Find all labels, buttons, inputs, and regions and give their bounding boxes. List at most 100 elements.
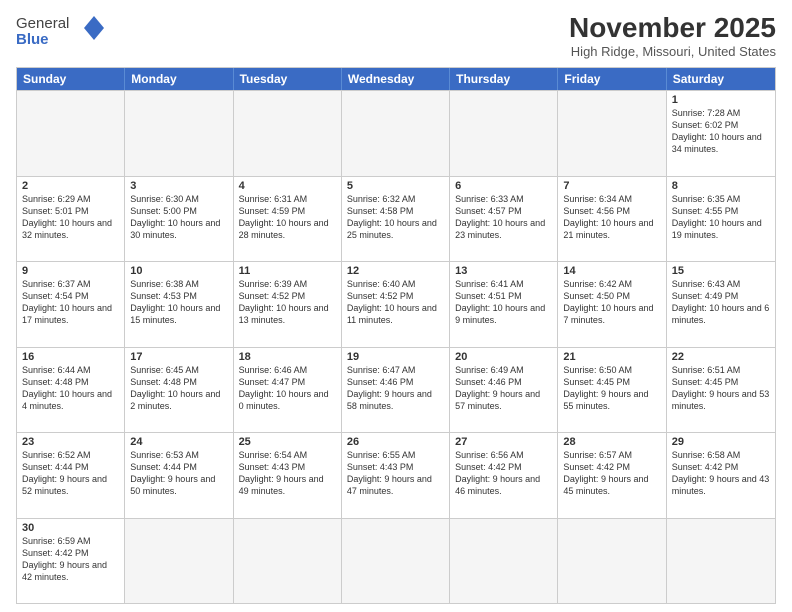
calendar-cell [342, 519, 450, 604]
day-number: 7 [563, 180, 660, 192]
calendar-cell: 13Sunrise: 6:41 AM Sunset: 4:51 PM Dayli… [450, 262, 558, 347]
day-info: Sunrise: 6:40 AM Sunset: 4:52 PM Dayligh… [347, 278, 444, 327]
calendar-cell: 29Sunrise: 6:58 AM Sunset: 4:42 PM Dayli… [667, 433, 775, 518]
day-number: 19 [347, 351, 444, 363]
calendar-row-5: 30Sunrise: 6:59 AM Sunset: 4:42 PM Dayli… [17, 518, 775, 604]
col-tuesday: Tuesday [234, 68, 342, 90]
calendar-cell: 1Sunrise: 7:28 AM Sunset: 6:02 PM Daylig… [667, 91, 775, 176]
day-number: 10 [130, 265, 227, 277]
day-number: 12 [347, 265, 444, 277]
day-info: Sunrise: 6:46 AM Sunset: 4:47 PM Dayligh… [239, 364, 336, 413]
col-saturday: Saturday [667, 68, 775, 90]
calendar-cell: 22Sunrise: 6:51 AM Sunset: 4:45 PM Dayli… [667, 348, 775, 433]
location: High Ridge, Missouri, United States [569, 44, 776, 59]
day-info: Sunrise: 6:43 AM Sunset: 4:49 PM Dayligh… [672, 278, 770, 327]
day-number: 16 [22, 351, 119, 363]
calendar-cell: 11Sunrise: 6:39 AM Sunset: 4:52 PM Dayli… [234, 262, 342, 347]
day-info: Sunrise: 6:56 AM Sunset: 4:42 PM Dayligh… [455, 449, 552, 498]
calendar-row-3: 16Sunrise: 6:44 AM Sunset: 4:48 PM Dayli… [17, 347, 775, 433]
calendar-row-4: 23Sunrise: 6:52 AM Sunset: 4:44 PM Dayli… [17, 432, 775, 518]
day-number: 13 [455, 265, 552, 277]
day-info: Sunrise: 6:34 AM Sunset: 4:56 PM Dayligh… [563, 193, 660, 242]
calendar-cell: 2Sunrise: 6:29 AM Sunset: 5:01 PM Daylig… [17, 177, 125, 262]
calendar-cell [125, 519, 233, 604]
calendar-cell [234, 91, 342, 176]
day-number: 6 [455, 180, 552, 192]
calendar-cell: 12Sunrise: 6:40 AM Sunset: 4:52 PM Dayli… [342, 262, 450, 347]
day-info: Sunrise: 6:53 AM Sunset: 4:44 PM Dayligh… [130, 449, 227, 498]
day-info: Sunrise: 6:47 AM Sunset: 4:46 PM Dayligh… [347, 364, 444, 413]
header: General Blue November 2025 High Ridge, M… [16, 12, 776, 59]
calendar-cell [17, 91, 125, 176]
svg-text:General: General [16, 15, 69, 32]
calendar-cell: 8Sunrise: 6:35 AM Sunset: 4:55 PM Daylig… [667, 177, 775, 262]
day-number: 2 [22, 180, 119, 192]
calendar-cell: 10Sunrise: 6:38 AM Sunset: 4:53 PM Dayli… [125, 262, 233, 347]
day-info: Sunrise: 6:38 AM Sunset: 4:53 PM Dayligh… [130, 278, 227, 327]
calendar-cell: 14Sunrise: 6:42 AM Sunset: 4:50 PM Dayli… [558, 262, 666, 347]
day-info: Sunrise: 7:28 AM Sunset: 6:02 PM Dayligh… [672, 107, 770, 156]
day-info: Sunrise: 6:30 AM Sunset: 5:00 PM Dayligh… [130, 193, 227, 242]
generalblue-logo-icon: General Blue [16, 12, 106, 52]
calendar-cell: 17Sunrise: 6:45 AM Sunset: 4:48 PM Dayli… [125, 348, 233, 433]
day-info: Sunrise: 6:58 AM Sunset: 4:42 PM Dayligh… [672, 449, 770, 498]
day-info: Sunrise: 6:51 AM Sunset: 4:45 PM Dayligh… [672, 364, 770, 413]
day-info: Sunrise: 6:35 AM Sunset: 4:55 PM Dayligh… [672, 193, 770, 242]
day-info: Sunrise: 6:52 AM Sunset: 4:44 PM Dayligh… [22, 449, 119, 498]
calendar-cell [450, 91, 558, 176]
day-number: 21 [563, 351, 660, 363]
day-info: Sunrise: 6:44 AM Sunset: 4:48 PM Dayligh… [22, 364, 119, 413]
day-number: 26 [347, 436, 444, 448]
day-number: 23 [22, 436, 119, 448]
col-thursday: Thursday [450, 68, 558, 90]
col-wednesday: Wednesday [342, 68, 450, 90]
day-number: 22 [672, 351, 770, 363]
day-number: 3 [130, 180, 227, 192]
calendar-cell [558, 91, 666, 176]
day-number: 24 [130, 436, 227, 448]
day-number: 30 [22, 522, 119, 534]
day-number: 20 [455, 351, 552, 363]
col-friday: Friday [558, 68, 666, 90]
day-number: 29 [672, 436, 770, 448]
calendar-row-2: 9Sunrise: 6:37 AM Sunset: 4:54 PM Daylig… [17, 261, 775, 347]
calendar-cell: 26Sunrise: 6:55 AM Sunset: 4:43 PM Dayli… [342, 433, 450, 518]
title-area: November 2025 High Ridge, Missouri, Unit… [569, 12, 776, 59]
calendar-cell: 9Sunrise: 6:37 AM Sunset: 4:54 PM Daylig… [17, 262, 125, 347]
calendar-cell: 20Sunrise: 6:49 AM Sunset: 4:46 PM Dayli… [450, 348, 558, 433]
day-info: Sunrise: 6:49 AM Sunset: 4:46 PM Dayligh… [455, 364, 552, 413]
day-info: Sunrise: 6:39 AM Sunset: 4:52 PM Dayligh… [239, 278, 336, 327]
day-info: Sunrise: 6:42 AM Sunset: 4:50 PM Dayligh… [563, 278, 660, 327]
calendar-cell [125, 91, 233, 176]
day-number: 1 [672, 94, 770, 106]
day-number: 9 [22, 265, 119, 277]
day-info: Sunrise: 6:41 AM Sunset: 4:51 PM Dayligh… [455, 278, 552, 327]
day-number: 11 [239, 265, 336, 277]
day-info: Sunrise: 6:59 AM Sunset: 4:42 PM Dayligh… [22, 535, 119, 584]
day-number: 5 [347, 180, 444, 192]
day-number: 14 [563, 265, 660, 277]
calendar-cell: 27Sunrise: 6:56 AM Sunset: 4:42 PM Dayli… [450, 433, 558, 518]
day-info: Sunrise: 6:29 AM Sunset: 5:01 PM Dayligh… [22, 193, 119, 242]
calendar: Sunday Monday Tuesday Wednesday Thursday… [16, 67, 776, 604]
calendar-cell: 5Sunrise: 6:32 AM Sunset: 4:58 PM Daylig… [342, 177, 450, 262]
calendar-cell [234, 519, 342, 604]
day-number: 15 [672, 265, 770, 277]
day-info: Sunrise: 6:45 AM Sunset: 4:48 PM Dayligh… [130, 364, 227, 413]
calendar-cell: 28Sunrise: 6:57 AM Sunset: 4:42 PM Dayli… [558, 433, 666, 518]
day-info: Sunrise: 6:32 AM Sunset: 4:58 PM Dayligh… [347, 193, 444, 242]
calendar-cell [667, 519, 775, 604]
day-info: Sunrise: 6:57 AM Sunset: 4:42 PM Dayligh… [563, 449, 660, 498]
day-number: 18 [239, 351, 336, 363]
calendar-cell: 18Sunrise: 6:46 AM Sunset: 4:47 PM Dayli… [234, 348, 342, 433]
month-title: November 2025 [569, 12, 776, 44]
col-monday: Monday [125, 68, 233, 90]
calendar-cell [558, 519, 666, 604]
calendar-cell: 6Sunrise: 6:33 AM Sunset: 4:57 PM Daylig… [450, 177, 558, 262]
day-info: Sunrise: 6:33 AM Sunset: 4:57 PM Dayligh… [455, 193, 552, 242]
calendar-cell: 4Sunrise: 6:31 AM Sunset: 4:59 PM Daylig… [234, 177, 342, 262]
calendar-header: Sunday Monday Tuesday Wednesday Thursday… [17, 68, 775, 90]
calendar-cell: 21Sunrise: 6:50 AM Sunset: 4:45 PM Dayli… [558, 348, 666, 433]
calendar-row-0: 1Sunrise: 7:28 AM Sunset: 6:02 PM Daylig… [17, 90, 775, 176]
day-info: Sunrise: 6:55 AM Sunset: 4:43 PM Dayligh… [347, 449, 444, 498]
